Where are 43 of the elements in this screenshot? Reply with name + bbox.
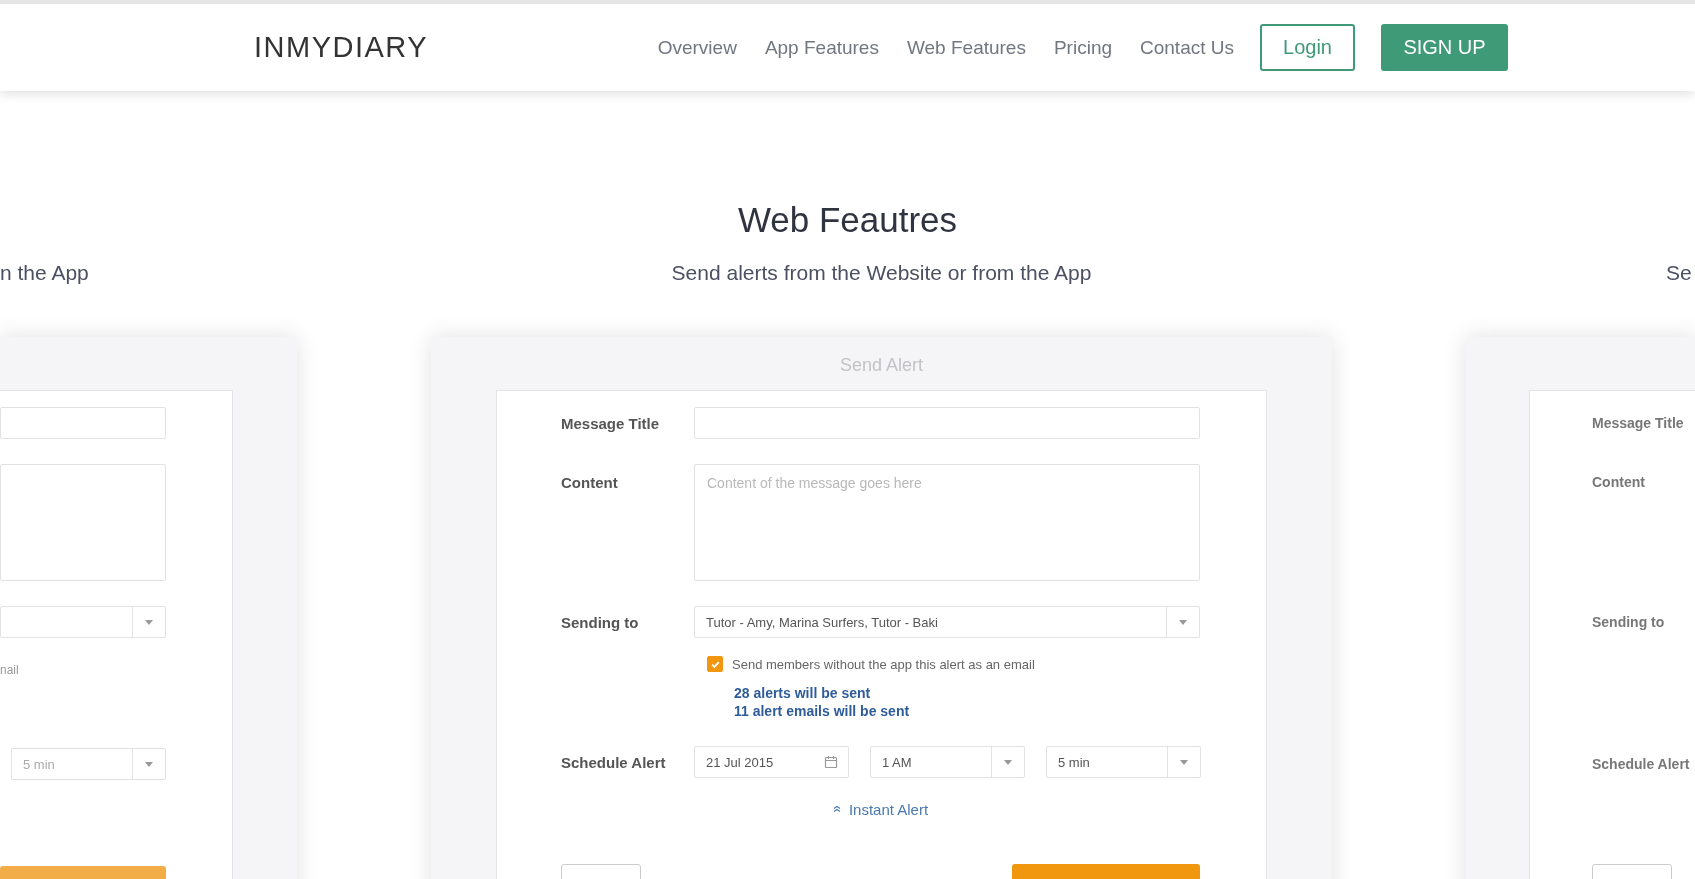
caret-icon [1179,619,1187,625]
calendar-icon [824,755,838,769]
checkbox[interactable] [707,656,723,672]
field-label: Content [1592,473,1646,490]
chevron-icon [832,805,841,813]
input-field[interactable] [0,407,166,439]
text-area[interactable]: Content of the message goes here [694,464,1200,581]
nav-link[interactable]: App Features [764,36,879,59]
field-label: Sending to [1592,614,1666,630]
section-subtitle: n the App [0,260,90,286]
input-field[interactable] [694,407,1200,439]
field-label: Message Title [1592,415,1685,431]
login-button[interactable]: Login [1260,24,1355,71]
field-label: Schedule Alert [561,753,667,771]
summary-text: 11 alert emails will be sent [734,702,911,720]
caret-icon [145,619,153,625]
field-label: Message Title [561,414,661,432]
nav-link[interactable]: Pricing [1053,36,1112,59]
caret-icon [1180,759,1188,765]
logo-text[interactable]: INMYDIARY [254,31,429,64]
nav-link[interactable]: Overview [657,36,737,59]
minutes-dropdown[interactable]: 5 min [11,748,166,780]
section-heading: Web Feautres [736,199,959,241]
dropdown-field[interactable] [0,606,166,638]
date-field[interactable]: 21 Jul 2015 [694,746,849,778]
caret-icon [1004,759,1012,765]
instant-alert-link[interactable]: Instant Alert [848,800,929,818]
field-label: Sending to [561,613,640,631]
dropdown-field[interactable]: Tutor - Amy, Marina Surfers, Tutor - Baki [694,606,1200,638]
caret-icon [145,761,153,767]
section-subtitle: Se [1665,260,1693,286]
hour-dropdown[interactable]: 1 AM [870,746,1025,778]
checkbox-label: Send members without the app this alert as an email [732,656,1035,672]
field-label: Schedule Alert [1592,756,1691,772]
minutes-dropdown[interactable]: 5 min [1046,746,1201,778]
section-subtitle: Send alerts from the Website or from the App [670,260,1093,286]
summary-text: 28 alerts will be sent [734,684,872,702]
nav-link[interactable]: Web Features [906,36,1026,59]
option-text: nail [0,663,20,677]
nav-link[interactable]: Contact Us [1140,36,1234,59]
text-area[interactable] [0,464,166,581]
sign-up-button[interactable]: SIGN UP [1381,24,1508,71]
field-label: Content [561,473,619,491]
